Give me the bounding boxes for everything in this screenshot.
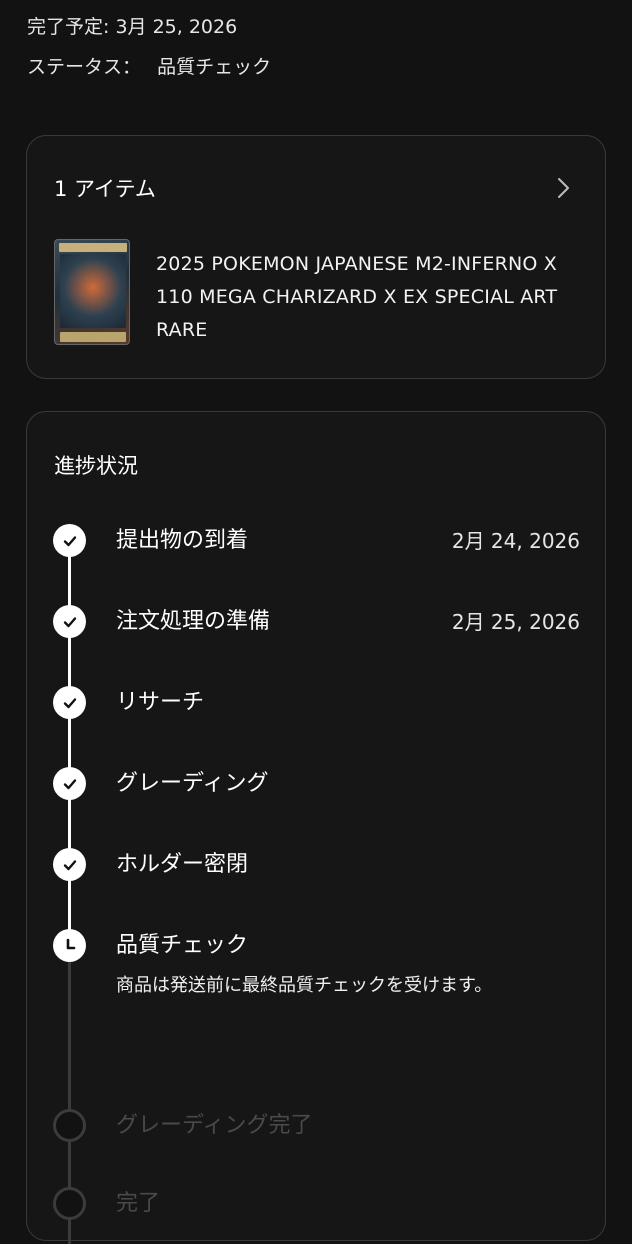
step-label: リサーチ — [116, 690, 205, 715]
progress-step-current: 品質チェック 商品は発送前に最終品質チェックを受けます。 — [27, 929, 607, 1009]
progress-step: グレーディング完了 — [27, 1109, 607, 1145]
items-card[interactable]: 1 アイテム 2025 POKEMON JAPANESE M2-INFERNO … — [26, 135, 606, 379]
clock-icon — [53, 929, 86, 962]
step-label: 注文処理の準備 — [116, 609, 271, 634]
progress-step: ホルダー密閉 — [27, 848, 607, 884]
check-icon — [53, 767, 86, 800]
check-icon — [53, 524, 86, 557]
step-label: グレーディング — [116, 771, 269, 796]
order-header: 完了予定: 3月 25, 2026 ステータス： 品質チェック — [27, 14, 271, 80]
empty-circle-icon — [53, 1109, 86, 1142]
completion-date: 3月 25, 2026 — [115, 16, 238, 38]
step-label: 完了 — [116, 1191, 161, 1216]
progress-step: グレーディング — [27, 767, 607, 803]
step-label: グレーディング完了 — [116, 1113, 313, 1138]
step-label: ホルダー密閉 — [116, 852, 249, 877]
progress-step: 完了 — [27, 1187, 607, 1223]
check-icon — [53, 686, 86, 719]
check-icon — [53, 848, 86, 881]
progress-card: 進捗状況 提出物の到着 2月 24, 2026 注文処理の準備 2月 25, 2… — [26, 411, 607, 1244]
card-thumbnail[interactable] — [54, 239, 130, 345]
step-description: 商品は発送前に最終品質チェックを受けます。 — [116, 975, 493, 996]
step-date: 2月 25, 2026 — [451, 610, 580, 634]
completion-label: 完了予定: — [27, 16, 110, 38]
items-count-title: 1 アイテム — [54, 177, 156, 201]
status-value: 品質チェック — [157, 56, 272, 78]
progress-step: 注文処理の準備 2月 25, 2026 — [27, 605, 607, 641]
step-date: 2月 24, 2026 — [451, 529, 580, 553]
check-icon — [53, 605, 86, 638]
item-title[interactable]: 2025 POKEMON JAPANESE M2-INFERNO X 110 M… — [156, 248, 576, 347]
step-label: 提出物の到着 — [116, 528, 249, 553]
progress-step: リサーチ — [27, 686, 607, 722]
step-label: 品質チェック — [116, 933, 249, 958]
status-label: ステータス： — [27, 56, 142, 78]
progress-title: 進捗状況 — [54, 454, 138, 478]
empty-circle-icon — [53, 1187, 86, 1220]
status-line: ステータス： 品質チェック — [27, 54, 271, 80]
progress-step: 提出物の到着 2月 24, 2026 — [27, 524, 607, 560]
chevron-right-icon[interactable] — [553, 178, 573, 198]
completion-line: 完了予定: 3月 25, 2026 — [27, 14, 271, 40]
